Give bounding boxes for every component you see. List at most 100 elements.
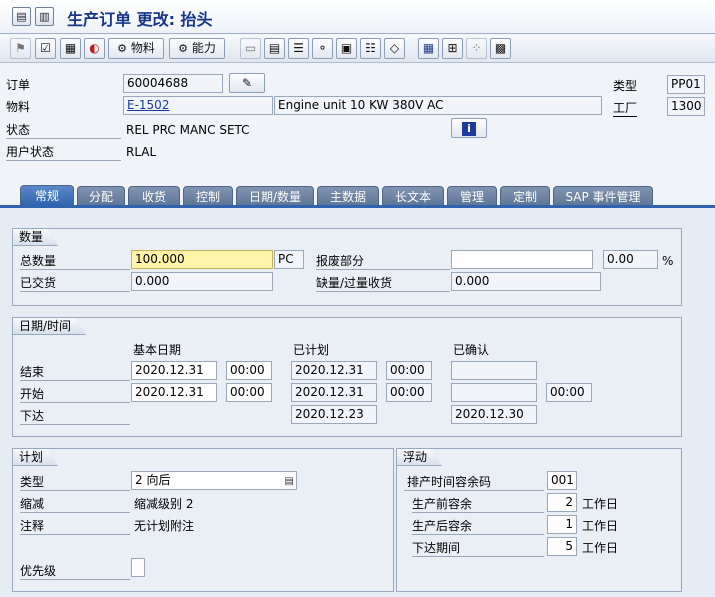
order-type-field[interactable]: PP01 [667, 75, 705, 94]
post-float-field[interactable]: 1 [547, 515, 577, 534]
pre-float-label: 生产前容余 [412, 496, 544, 513]
documents-icon[interactable]: ▣ [336, 38, 357, 59]
scheduled-header: 已计划 [293, 343, 330, 357]
material-field[interactable]: E-1502 [123, 96, 273, 115]
end-scheduled-time: 00:00 [386, 361, 432, 380]
status-value: REL PRC MANC SETC [126, 123, 250, 137]
network-icon[interactable]: ⁘ [466, 38, 487, 59]
tab-master-data[interactable]: 主数据 [317, 186, 379, 206]
start-basic-time[interactable]: 00:00 [226, 383, 272, 402]
capacity-button[interactable]: ⚙ 能力 [169, 38, 225, 59]
calculator-icon[interactable]: ▦ [60, 38, 81, 59]
start-confirmed-time: 00:00 [546, 383, 592, 402]
start-label: 开始 [20, 386, 130, 403]
sequence-icon[interactable]: ▤ [264, 38, 285, 59]
tab-dates-quantities[interactable]: 日期/数量 [236, 186, 314, 206]
grid-icon[interactable]: ▦ [418, 38, 439, 59]
start-scheduled-time: 00:00 [386, 383, 432, 402]
start-confirmed-date [451, 383, 537, 402]
order-label: 订单 [6, 78, 31, 92]
status-label: 状态 [6, 122, 121, 139]
layout-icon[interactable]: ▥ [35, 7, 54, 26]
dropdown-list-icon[interactable]: ▤ [285, 473, 294, 489]
end-basic-time[interactable]: 00:00 [226, 361, 272, 380]
release-period-field[interactable]: 5 [547, 537, 577, 556]
order-type-label: 类型 [613, 79, 638, 93]
tree-icon[interactable]: ⚬ [312, 38, 333, 59]
tab-long-text[interactable]: 长文本 [382, 186, 444, 206]
end-confirmed-date [451, 361, 537, 380]
post-float-label: 生产后容余 [412, 518, 544, 535]
reduction-label: 缩减 [20, 496, 130, 513]
tab-customer-fields[interactable]: 定制 [500, 186, 550, 206]
planning-group-title: 计划 [13, 449, 58, 466]
float-group-title: 浮动 [397, 449, 442, 466]
start-basic-date[interactable]: 2020.12.31 [131, 383, 217, 402]
percent-sign: % [662, 254, 674, 268]
title-bar: ▤ ▥ 生产订单 更改: 抬头 [0, 0, 715, 34]
scrap-percent-field: 0.00 [603, 250, 658, 269]
plant-field[interactable]: 1300 [667, 97, 705, 116]
total-quantity-field[interactable]: 100.000 [131, 250, 273, 269]
scrap-field[interactable] [451, 250, 593, 269]
scrap-label: 报废部分 [316, 253, 450, 270]
user-status-label: 用户状态 [6, 144, 121, 161]
delivered-field: 0.000 [131, 272, 273, 291]
cube-icon[interactable]: ◇ [384, 38, 405, 59]
tab-goods-receipt[interactable]: 收货 [128, 186, 180, 206]
components-icon: ⚙ [117, 42, 128, 55]
tab-general[interactable]: 常规 [20, 185, 74, 206]
capacity-icon: ⚙ [178, 42, 189, 55]
note-label: 注释 [20, 518, 130, 535]
end-basic-date[interactable]: 2020.12.31 [131, 361, 217, 380]
flag-icon[interactable]: ⚑ [10, 38, 31, 59]
short-over-field: 0.000 [451, 272, 601, 291]
tab-administration[interactable]: 管理 [447, 186, 497, 206]
tab-assignment[interactable]: 分配 [77, 186, 125, 206]
release-scheduled-date: 2020.12.23 [291, 405, 377, 424]
tab-control[interactable]: 控制 [183, 186, 233, 206]
post-float-unit: 工作日 [582, 519, 619, 533]
cost-icon[interactable]: ◐ [84, 38, 105, 59]
edit-pencil-icon[interactable]: ✎ [229, 73, 265, 93]
reduction-value: 缩减级别 2 [134, 497, 194, 511]
material-description: Engine unit 10 KW 380V AC [274, 96, 602, 115]
note-value: 无计划附注 [134, 519, 195, 533]
material-label: 物料 [6, 100, 31, 114]
delivered-label: 已交货 [20, 275, 130, 292]
basic-dates-header: 基本日期 [133, 343, 182, 357]
priority-field[interactable] [131, 558, 145, 577]
info-button[interactable]: i [451, 118, 487, 138]
confirmed-header: 已确认 [453, 343, 490, 357]
tab-sap-event-management[interactable]: SAP 事件管理 [553, 186, 653, 206]
material-button[interactable]: ⚙ 物料 [108, 38, 164, 59]
pre-float-field[interactable]: 2 [547, 493, 577, 512]
quantity-group-title: 数量 [13, 229, 58, 246]
sched-margin-field[interactable]: 001 [547, 471, 577, 490]
table-icon[interactable]: ▩ [490, 38, 511, 59]
total-quantity-label: 总数量 [20, 253, 130, 270]
end-label: 结束 [20, 364, 130, 381]
unit-field[interactable]: PC [274, 250, 304, 269]
menu-icon[interactable]: ▤ [12, 7, 31, 26]
tab-strip: 常规 分配 收货 控制 日期/数量 主数据 长文本 管理 定制 SAP 事件管理 [0, 185, 715, 206]
order-field[interactable]: 60004688 [123, 74, 223, 93]
header-doc-icon[interactable]: ☑ [35, 38, 56, 59]
release-period-unit: 工作日 [582, 541, 619, 555]
scheduling-type-label: 类型 [20, 474, 130, 491]
release-confirmed-date: 2020.12.30 [451, 405, 537, 424]
page-title: 生产订单 更改: 抬头 [67, 10, 213, 29]
end-scheduled-date: 2020.12.31 [291, 361, 377, 380]
list-icon[interactable]: ☷ [360, 38, 381, 59]
dates-group-title: 日期/时间 [13, 318, 86, 335]
routing-icon[interactable]: ☰ [288, 38, 309, 59]
info-icon: i [462, 122, 476, 136]
short-over-label: 缺量/过量收货 [316, 275, 450, 292]
user-status-value: RLAL [126, 145, 157, 159]
release-label: 下达 [20, 408, 130, 425]
hierarchy-icon[interactable]: ⊞ [442, 38, 463, 59]
application-toolbar: ⚑ ☑ ▦ ◐ ⚙ 物料 ⚙ 能力 ▭ ▤ ☰ ⚬ ▣ ☷ ◇ ▦ ⊞ ⁘ ▩ [0, 35, 715, 63]
operations-icon[interactable]: ▭ [240, 38, 261, 59]
scheduling-type-dropdown[interactable]: 2 向后 ▤ [131, 471, 297, 490]
release-period-label: 下达期间 [412, 540, 544, 557]
